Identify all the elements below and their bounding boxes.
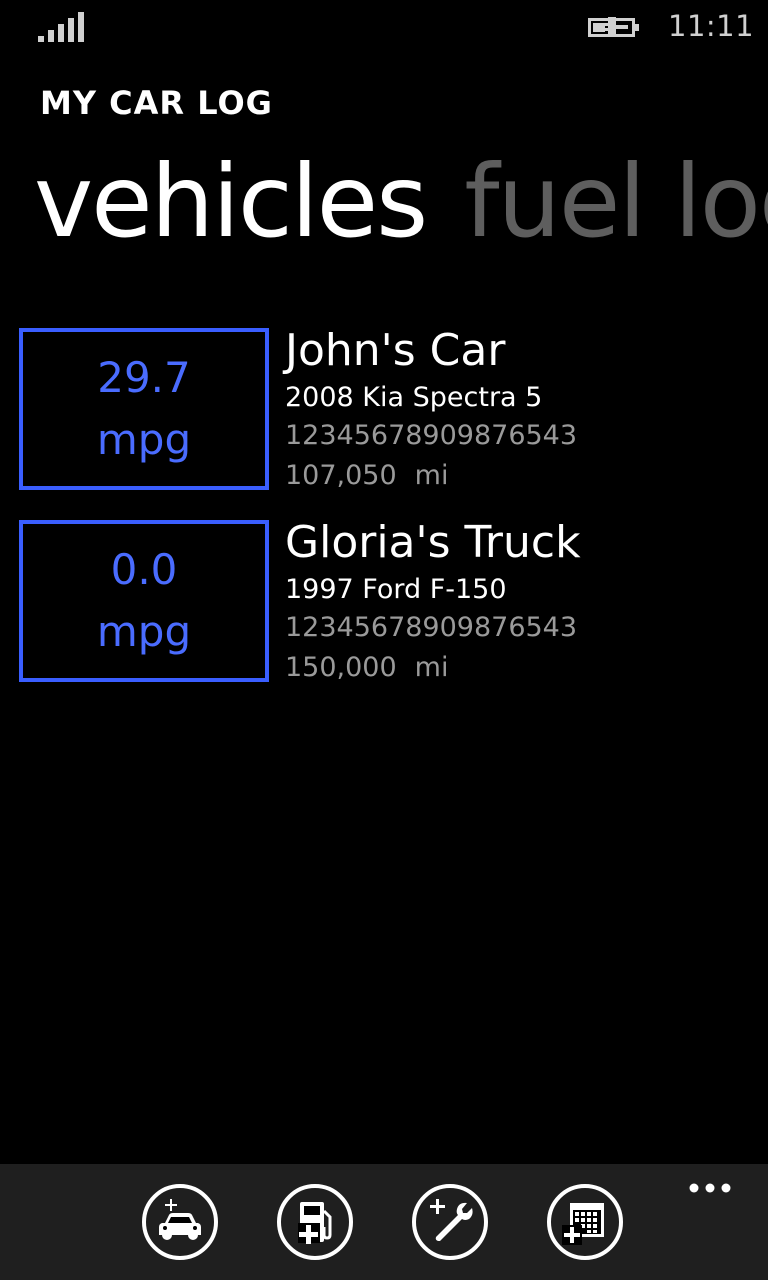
odometer-unit: mi [414, 652, 449, 683]
vehicle-vin: 12345678909876543 [285, 420, 578, 451]
add-service-button[interactable] [412, 1184, 488, 1260]
vehicle-name: Gloria's Truck [285, 517, 581, 568]
add-calendar-button[interactable] [547, 1184, 623, 1260]
add-fuel-button[interactable] [277, 1184, 353, 1260]
signal-bars-icon [38, 12, 84, 42]
vehicle-odometer: 107,050 mi [285, 456, 577, 496]
vehicle-vin: 12345678909876543 [285, 612, 578, 643]
vehicle-list-item[interactable]: 0.0 mpg Gloria's Truck 1997 Ford F-150 1… [19, 517, 759, 686]
odometer-unit: mi [414, 460, 449, 491]
add-vehicle-icon [159, 1199, 201, 1240]
pivot-headers: vehicles fuel log [34, 142, 768, 262]
vehicle-odometer: 150,000 mi [285, 648, 581, 688]
mpg-value: 0.0 [110, 545, 178, 594]
mpg-unit: mpg [96, 415, 192, 464]
add-service-icon [430, 1199, 473, 1241]
mpg-unit: mpg [96, 607, 192, 656]
app-bar [0, 1164, 768, 1280]
vehicle-info: Gloria's Truck 1997 Ford F-150 123456789… [285, 514, 581, 688]
clock: 11:11 [668, 9, 755, 43]
tab-vehicles[interactable]: vehicles [34, 142, 428, 262]
battery-charging-icon [588, 17, 639, 37]
tab-fuel-log[interactable]: fuel log [464, 142, 768, 262]
mpg-tile: 29.7 mpg [19, 328, 269, 490]
more-ellipsis-icon[interactable] [686, 1172, 736, 1202]
odometer-value: 107,050 [285, 460, 397, 491]
vehicle-list-item[interactable]: 29.7 mpg John's Car 2008 Kia Spectra 5 1… [19, 325, 759, 494]
app-title: MY CAR LOG [40, 84, 273, 122]
vehicle-description: 1997 Ford F-150 [285, 574, 507, 605]
add-calendar-icon [562, 1203, 604, 1245]
odometer-value: 150,000 [285, 652, 397, 683]
vehicle-name: John's Car [285, 325, 506, 376]
add-fuel-icon [298, 1202, 332, 1244]
vehicle-description: 2008 Kia Spectra 5 [285, 382, 543, 413]
mpg-value: 29.7 [97, 353, 191, 402]
vehicle-info: John's Car 2008 Kia Spectra 5 1234567890… [285, 322, 577, 496]
add-vehicle-button[interactable] [142, 1184, 218, 1260]
status-bar: 11:11 [0, 0, 768, 56]
mpg-tile: 0.0 mpg [19, 520, 269, 682]
